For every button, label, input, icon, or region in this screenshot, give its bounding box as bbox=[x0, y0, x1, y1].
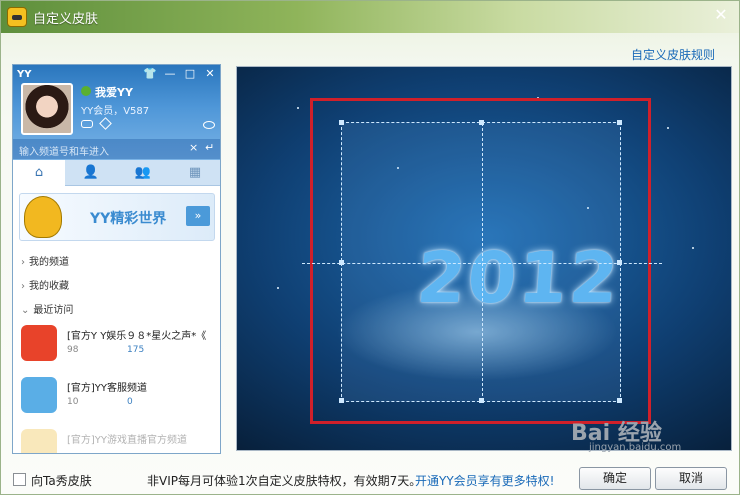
close-button[interactable]: ✕ bbox=[711, 5, 731, 25]
chevron-right-icon: › bbox=[21, 257, 25, 268]
home-tab-icon: ⌂ bbox=[13, 160, 65, 186]
vip-notice: 非VIP每月可体验1次自定义皮肤特权，有效期7天。 bbox=[147, 474, 422, 488]
eye-icon bbox=[203, 121, 215, 129]
title-bar: 自定义皮肤 ✕ bbox=[1, 1, 739, 33]
skin-image-preview[interactable]: 2012 bbox=[236, 66, 732, 451]
custom-skin-dialog: 自定义皮肤 ✕ 自定义皮肤规则 YY 👕 — □ ✕ 我爱YY YY会员，V58… bbox=[0, 0, 740, 495]
banner-text: YY精彩世界 bbox=[90, 211, 167, 227]
minimize-icon: — bbox=[164, 67, 176, 80]
online-status-icon bbox=[81, 86, 91, 96]
channel-title: [官方]YY客服频道 bbox=[67, 383, 148, 394]
window-title: 自定义皮肤 bbox=[33, 12, 99, 27]
guide-line-horizontal bbox=[302, 263, 662, 264]
diamond-icon bbox=[99, 117, 112, 130]
skin-rules-link[interactable]: 自定义皮肤规则 bbox=[631, 46, 715, 63]
resize-handle[interactable] bbox=[339, 398, 344, 403]
channel-logo-icon bbox=[21, 325, 57, 361]
clear-icon: × bbox=[189, 141, 199, 154]
resize-handle[interactable] bbox=[617, 260, 622, 265]
client-preview-panel: YY 👕 — □ ✕ 我爱YY YY会员，V587 输入频道号和车进入 × ↵ … bbox=[12, 64, 221, 454]
friend-tab-icon: 👤 bbox=[82, 165, 100, 180]
close-icon: ✕ bbox=[205, 67, 215, 80]
show-skin-checkbox[interactable] bbox=[13, 473, 26, 486]
group-tab-icon: 👥 bbox=[134, 165, 152, 180]
list-item: [官方]YY客服频道 10 0 bbox=[13, 373, 220, 423]
channel-title: [官方]YY游戏直播官方频道 bbox=[67, 435, 188, 446]
gamepad-icon bbox=[81, 120, 93, 128]
group-label: 我的收藏 bbox=[29, 281, 69, 292]
apps-tab-icon: ▦ bbox=[188, 165, 202, 180]
group-recent: ⌄ 最近访问 bbox=[21, 301, 73, 316]
resize-handle[interactable] bbox=[479, 398, 484, 403]
chevron-right-icon: › bbox=[21, 281, 25, 292]
group-label: 最近访问 bbox=[33, 305, 74, 316]
crop-selection[interactable] bbox=[302, 120, 662, 403]
cancel-button[interactable]: 取消 bbox=[655, 467, 727, 490]
user-nickname: 我爱YY bbox=[95, 86, 133, 99]
channel-online: 175 bbox=[127, 345, 145, 355]
resize-handle[interactable] bbox=[617, 120, 622, 125]
enter-icon: ↵ bbox=[205, 141, 215, 154]
channel-search-placeholder: 输入频道号和车进入 bbox=[19, 147, 109, 158]
client-tabs: ⌂ 👤 👥 ▦ bbox=[13, 160, 220, 186]
channel-search-bar: 输入频道号和车进入 × ↵ bbox=[13, 139, 220, 159]
group-label: 我的频道 bbox=[29, 257, 69, 268]
maximize-icon: □ bbox=[184, 67, 196, 80]
skin-icon: 👕 bbox=[143, 67, 157, 80]
group-my-favorites: › 我的收藏 bbox=[21, 277, 69, 292]
channel-title: [官方Y Y娱乐９８*星火之声*《 bbox=[67, 331, 207, 342]
channel-logo-icon bbox=[21, 429, 57, 453]
chevron-down-icon: ⌄ bbox=[21, 305, 30, 316]
resize-handle[interactable] bbox=[339, 260, 344, 265]
client-header: YY 👕 — □ ✕ 我爱YY YY会员，V587 输入频道号和车进入 × ↵ bbox=[13, 65, 220, 160]
avatar bbox=[21, 83, 73, 135]
channel-logo-icon bbox=[21, 377, 57, 413]
mascot-icon bbox=[24, 196, 62, 238]
ok-button[interactable]: 确定 bbox=[579, 467, 651, 490]
client-app-name: YY bbox=[17, 69, 32, 80]
resize-handle[interactable] bbox=[617, 398, 622, 403]
channel-count: 98 bbox=[67, 345, 79, 355]
show-skin-label: 向Ta秀皮肤 bbox=[31, 474, 92, 488]
yy-logo-icon bbox=[7, 7, 27, 27]
resize-handle[interactable] bbox=[339, 120, 344, 125]
banner-arrow-icon: » bbox=[186, 206, 210, 226]
member-level: YY会员，V587 bbox=[81, 106, 150, 117]
guide-line-vertical bbox=[482, 123, 483, 401]
baidu-watermark-url: jingyan.baidu.com bbox=[589, 442, 682, 453]
group-my-channels: › 我的频道 bbox=[21, 253, 69, 268]
list-item: [官方]YY游戏直播官方频道 bbox=[13, 425, 220, 453]
channel-count: 10 bbox=[67, 397, 79, 407]
list-item: [官方Y Y娱乐９８*星火之声*《 98 175 bbox=[13, 321, 220, 371]
open-vip-link[interactable]: 开通YY会员享有更多特权! bbox=[415, 472, 554, 489]
resize-handle[interactable] bbox=[479, 120, 484, 125]
channel-online: 0 bbox=[127, 397, 133, 407]
yy-world-banner: YY精彩世界 » bbox=[19, 193, 215, 241]
